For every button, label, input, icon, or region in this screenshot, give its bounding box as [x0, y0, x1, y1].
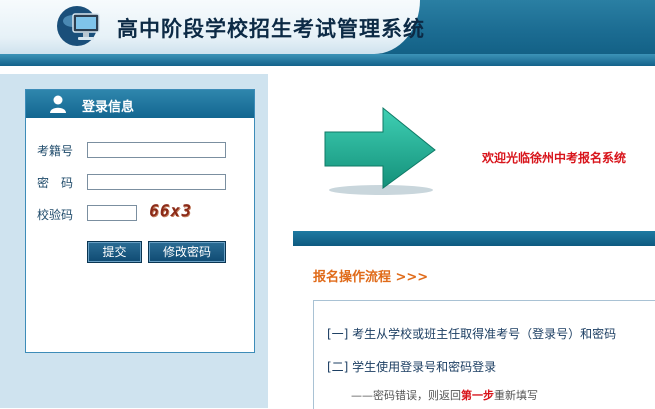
error-suffix: 重新填写: [494, 389, 538, 402]
error-prefix: ——密码错误，则返回: [351, 389, 461, 402]
main-content: 欢迎光临徐州中考报名系统 报名操作流程 >>> [一] 考生从学校或班主任取得准…: [268, 74, 655, 409]
system-title: 高中阶段学校招生考试管理系统: [117, 16, 425, 41]
exam-id-row: 考籍号: [37, 142, 87, 159]
exam-id-input[interactable]: [87, 142, 226, 158]
error-note: ——密码错误，则返回第一步重新填写: [351, 387, 538, 403]
password-row: 密 码: [37, 174, 87, 191]
password-input[interactable]: [87, 174, 226, 190]
app-header: 高中阶段学校招生考试管理系统: [0, 0, 655, 66]
user-icon: [50, 95, 66, 113]
captcha-image[interactable]: 66x3: [147, 201, 209, 223]
step-1: [一] 考生从学校或班主任取得准考号（登录号）和密码: [327, 327, 617, 341]
change-password-button[interactable]: 修改密码: [148, 241, 226, 263]
login-form: 登录信息 考籍号 密 码 校验码 66x3 提交 修改密码: [25, 89, 255, 353]
flow-title: 报名操作流程 >>>: [313, 270, 429, 285]
step-2: [二] 学生使用登录号和密码登录: [327, 360, 497, 374]
login-header: 登录信息: [26, 90, 254, 118]
error-highlight: 第一步: [461, 389, 494, 402]
captcha-label: 校验码: [37, 208, 74, 222]
divider-bar: [293, 231, 655, 246]
submit-button[interactable]: 提交: [87, 241, 142, 263]
login-heading: 登录信息: [82, 100, 135, 115]
welcome-text: 欢迎光临徐州中考报名系统: [482, 151, 627, 165]
captcha-row: 校验码: [37, 206, 87, 223]
password-label: 密 码: [37, 176, 74, 190]
right-arrow-icon: [324, 106, 436, 195]
monitor-globe-icon: [57, 6, 100, 46]
flow-steps: [一] 考生从学校或班主任取得准考号（登录号）和密码 [二] 学生使用登录号和密…: [313, 300, 655, 409]
exam-id-label: 考籍号: [37, 144, 74, 158]
captcha-input[interactable]: [87, 205, 137, 221]
